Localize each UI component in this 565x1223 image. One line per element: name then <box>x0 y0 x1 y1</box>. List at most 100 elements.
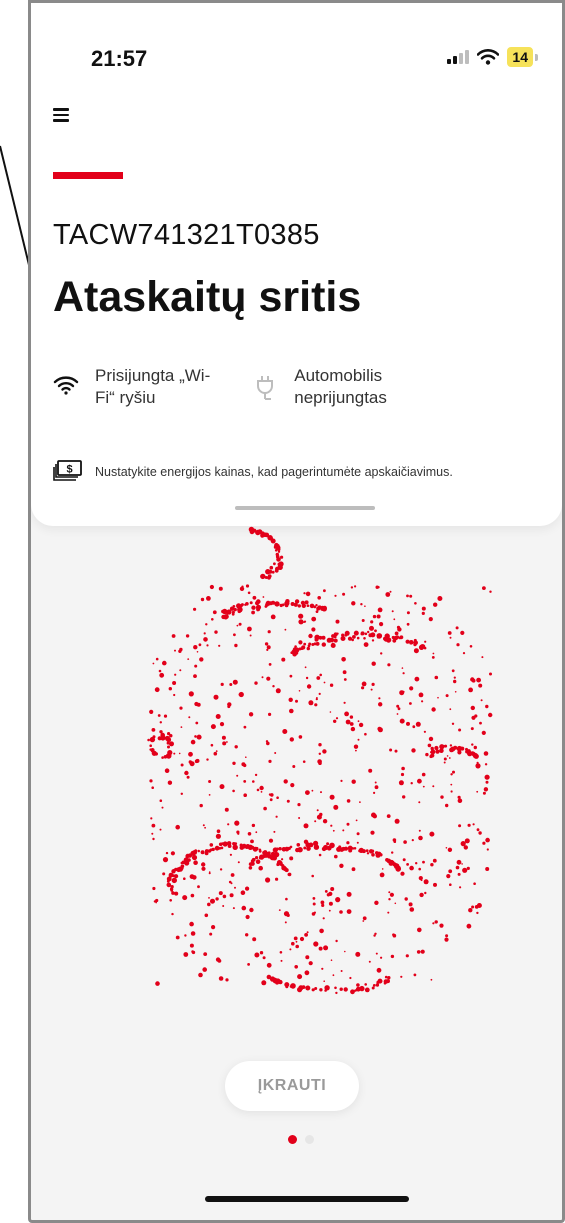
battery-icon: 14 <box>507 47 533 67</box>
particle <box>215 897 219 901</box>
particle <box>236 624 239 627</box>
particle <box>266 676 271 681</box>
energy-price-hint-text: Nustatykite energijos kainas, kad pageri… <box>95 465 453 479</box>
particle <box>150 748 155 753</box>
particle <box>413 973 417 977</box>
particle <box>294 965 299 969</box>
particle <box>377 607 383 613</box>
particle <box>206 596 211 601</box>
particle <box>285 599 290 604</box>
home-indicator[interactable] <box>205 1196 409 1202</box>
particle <box>410 782 413 785</box>
particle <box>409 907 415 912</box>
particle <box>152 837 155 841</box>
particle <box>455 865 460 870</box>
particle <box>161 756 164 759</box>
particle <box>314 703 318 707</box>
particle <box>403 840 407 844</box>
particle <box>259 785 264 791</box>
particle <box>357 738 360 741</box>
particle <box>394 902 397 905</box>
particle <box>364 632 368 636</box>
particle <box>323 945 329 951</box>
particle <box>311 874 315 878</box>
particle <box>361 849 366 854</box>
particle <box>376 614 381 619</box>
particle <box>225 978 229 982</box>
particle <box>218 891 223 896</box>
particle <box>379 872 385 878</box>
particle <box>462 652 466 655</box>
particle <box>229 893 234 898</box>
charge-button[interactable]: ĮKRAUTI <box>225 1061 359 1111</box>
particle <box>343 846 349 851</box>
particle <box>305 985 311 991</box>
particle <box>289 985 293 988</box>
particle <box>232 679 238 685</box>
particle <box>380 956 383 959</box>
particle <box>470 705 475 711</box>
particle <box>297 987 303 993</box>
particle <box>218 644 221 647</box>
particle <box>396 713 399 715</box>
particle <box>250 839 254 844</box>
particle <box>424 891 427 895</box>
wifi-status: Prisijungta „Wi- Fi“ ryšiu <box>53 365 210 409</box>
particle <box>175 935 180 940</box>
particle <box>308 633 313 639</box>
particle <box>269 798 273 802</box>
particle <box>232 761 236 765</box>
particle <box>383 982 387 985</box>
particle <box>318 853 322 857</box>
particle <box>311 789 314 792</box>
particle <box>273 562 276 566</box>
particle <box>251 857 256 862</box>
particle <box>263 853 269 858</box>
particle <box>196 651 199 653</box>
particle <box>482 586 486 590</box>
particle <box>152 886 156 891</box>
particle <box>160 732 165 738</box>
particle <box>350 586 354 589</box>
particle <box>430 863 434 867</box>
particle <box>335 717 339 720</box>
particle <box>241 762 246 767</box>
particle <box>303 846 307 850</box>
particle <box>289 708 294 714</box>
particle <box>255 859 261 864</box>
particle <box>227 823 230 826</box>
particle <box>343 678 347 681</box>
particle <box>390 954 395 959</box>
particle <box>449 708 452 711</box>
particle <box>247 591 251 595</box>
particle <box>344 630 350 636</box>
energy-price-hint[interactable]: $ Nustatykite energijos kainas, kad page… <box>53 460 453 484</box>
particle <box>454 691 457 693</box>
particle <box>414 602 417 605</box>
particle <box>203 952 208 956</box>
particle <box>218 586 223 591</box>
particle <box>401 667 404 669</box>
drag-handle[interactable] <box>235 506 375 510</box>
particle <box>201 862 206 867</box>
particle <box>281 657 286 662</box>
particle <box>188 751 193 757</box>
particle <box>423 879 429 885</box>
particle <box>174 891 179 896</box>
menu-icon[interactable] <box>53 108 69 122</box>
particle <box>372 984 376 987</box>
particle <box>431 707 436 712</box>
particle <box>384 633 390 639</box>
particle <box>440 795 444 799</box>
particle <box>318 946 323 951</box>
particle <box>220 682 224 686</box>
particle <box>274 549 278 552</box>
particle <box>412 725 416 729</box>
particle <box>378 697 381 700</box>
particle <box>478 831 482 835</box>
particle <box>387 976 391 980</box>
particle <box>265 569 271 575</box>
particle <box>172 681 177 685</box>
particle <box>201 866 206 871</box>
particle <box>402 858 406 862</box>
